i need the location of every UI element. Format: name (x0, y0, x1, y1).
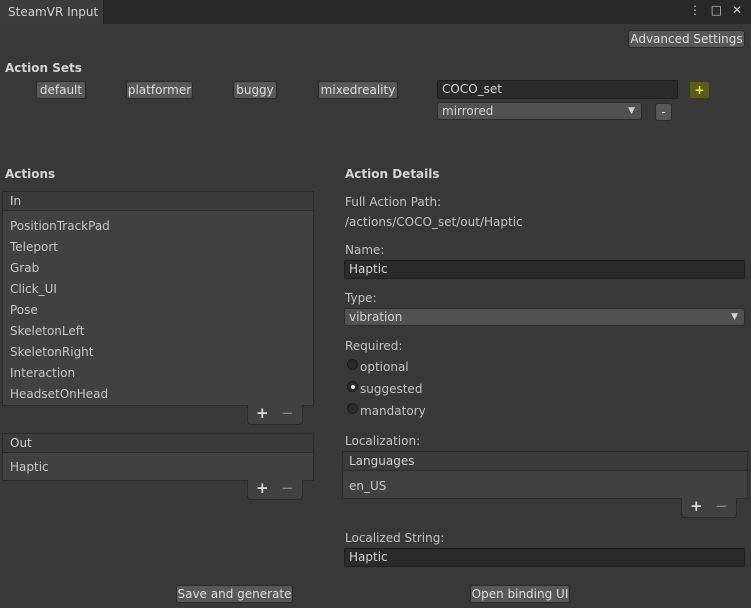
more-vert-icon[interactable]: ⋮ (689, 3, 704, 17)
new-action-set-input[interactable]: COCO_set (437, 80, 678, 99)
out-actions-list: Out Haptic (2, 433, 314, 481)
full-action-path-value: /actions/COCO_set/out/Haptic (345, 215, 523, 229)
radio-optional-label[interactable]: optional (360, 360, 409, 374)
type-dropdown[interactable]: vibration ▼ (344, 308, 745, 326)
remove-in-action-button[interactable]: − (281, 404, 294, 422)
list-item[interactable]: SkeletonLeft (10, 324, 84, 338)
list-item[interactable]: Teleport (10, 240, 58, 254)
radio-suggested-label[interactable]: suggested (360, 382, 422, 396)
list-item[interactable]: Grab (10, 261, 39, 275)
open-binding-ui-button[interactable]: Open binding UI (470, 585, 570, 603)
in-list-footer: + − (247, 404, 303, 425)
list-item[interactable]: Pose (10, 303, 38, 317)
action-set-usage-value: mirrored (442, 104, 494, 118)
type-label: Type: (345, 291, 377, 305)
window-controls: ⋮ □ ✕ (689, 3, 745, 17)
remove-out-action-button[interactable]: − (281, 479, 294, 497)
close-icon[interactable]: ✕ (732, 3, 745, 17)
in-list-header: In (2, 191, 314, 211)
add-in-action-button[interactable]: + (256, 404, 269, 422)
action-details-heading: Action Details (345, 167, 440, 181)
name-input[interactable]: Haptic (344, 260, 745, 279)
name-label: Name: (345, 243, 385, 257)
languages-list: Languages en_US (342, 451, 748, 499)
list-item[interactable]: Haptic (10, 460, 49, 474)
list-item[interactable]: HeadsetOnHead (10, 387, 108, 401)
type-value: vibration (349, 310, 403, 324)
list-item[interactable]: SkeletonRight (10, 345, 94, 359)
action-set-platformer-button[interactable]: platformer (126, 81, 193, 99)
window-tab-bar: SteamVR Input ⋮ □ ✕ (0, 0, 751, 24)
remove-action-set-button[interactable]: - (655, 103, 672, 121)
add-out-action-button[interactable]: + (256, 479, 269, 497)
radio-mandatory[interactable] (347, 403, 358, 414)
tab-steamvr-input[interactable]: SteamVR Input (0, 0, 104, 24)
list-item[interactable]: en_US (349, 479, 386, 493)
chevron-down-icon: ▼ (628, 106, 635, 116)
add-action-set-button[interactable]: + (689, 81, 710, 99)
save-and-generate-button[interactable]: Save and generate (176, 585, 293, 603)
radio-mandatory-label[interactable]: mandatory (360, 404, 426, 418)
out-list-footer: + − (247, 479, 303, 500)
localized-string-input[interactable]: Haptic (344, 548, 745, 567)
advanced-settings-button[interactable]: Advanced Settings (628, 30, 745, 48)
in-actions-list: In PositionTrackPad Teleport Grab Click_UI P… (2, 191, 314, 406)
add-language-button[interactable]: + (690, 497, 703, 515)
action-set-default-button[interactable]: default (36, 81, 86, 99)
actions-heading: Actions (5, 167, 56, 181)
list-item[interactable]: Click_UI (10, 282, 57, 296)
languages-header: Languages (342, 451, 748, 471)
maximize-icon[interactable]: □ (711, 3, 725, 17)
action-set-mixedreality-button[interactable]: mixedreality (318, 81, 398, 99)
languages-footer: + − (681, 497, 737, 518)
action-set-usage-dropdown[interactable]: mirrored ▼ (437, 102, 642, 120)
radio-optional[interactable] (347, 359, 358, 370)
required-label: Required: (345, 339, 403, 353)
action-sets-heading: Action Sets (5, 61, 82, 75)
action-set-buggy-button[interactable]: buggy (233, 81, 277, 99)
chevron-down-icon: ▼ (731, 312, 738, 322)
list-item[interactable]: PositionTrackPad (10, 219, 110, 233)
list-item[interactable]: Interaction (10, 366, 75, 380)
radio-suggested[interactable] (347, 381, 358, 392)
full-action-path-label: Full Action Path: (345, 195, 442, 209)
localized-string-label: Localized String: (345, 531, 445, 545)
out-list-header: Out (2, 433, 314, 453)
remove-language-button[interactable]: − (715, 497, 728, 515)
localization-label: Localization: (345, 434, 421, 448)
